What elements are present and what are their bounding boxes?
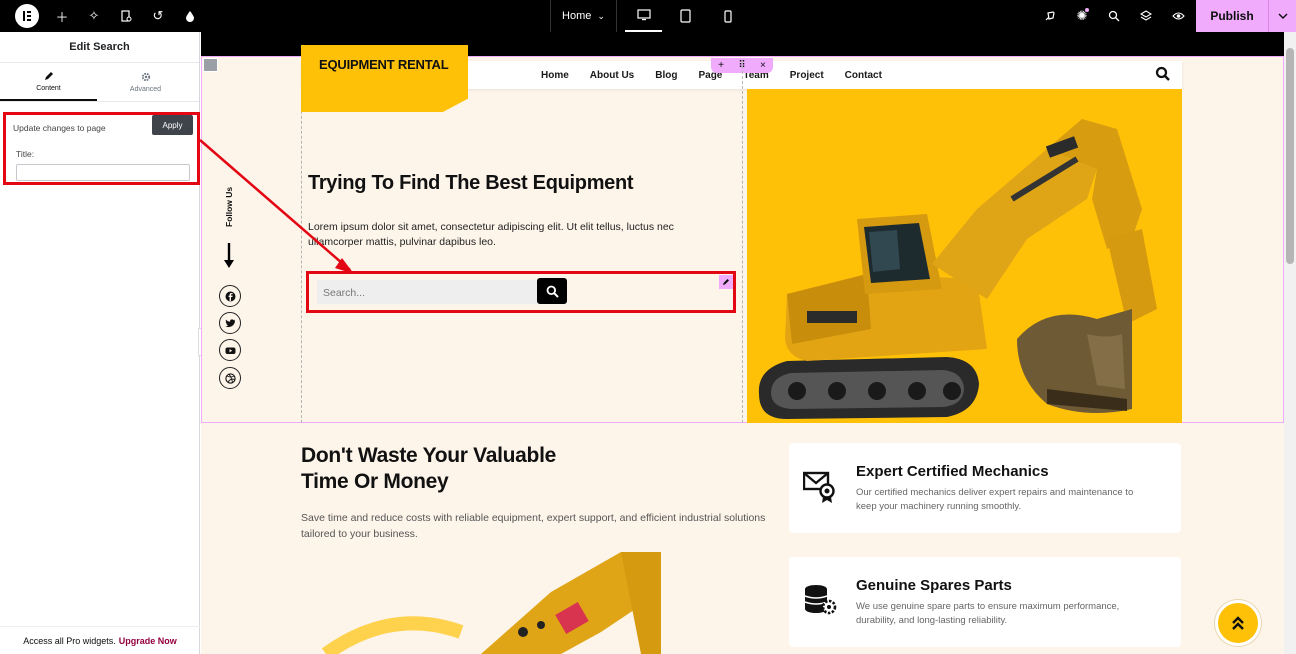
mobile-icon[interactable]: [709, 0, 746, 32]
hero-title: Trying To Find The Best Equipment: [308, 172, 634, 194]
spare-parts-icon: [804, 585, 837, 615]
feature-card-text: We use genuine spare parts to ensure max…: [856, 601, 1120, 626]
tablet-icon[interactable]: [667, 0, 704, 32]
excavator-image: [321, 552, 661, 654]
search-icon[interactable]: [1155, 66, 1171, 82]
preview-icon[interactable]: [1162, 0, 1194, 32]
feature-card-title: Expert Certified Mechanics: [856, 463, 1049, 480]
desktop-icon[interactable]: [625, 0, 662, 32]
tab-advanced[interactable]: Advanced: [97, 63, 194, 101]
search-icon[interactable]: [1098, 0, 1130, 32]
highlighted-controls: Update changes to page Apply Title:: [3, 112, 200, 185]
tab-advanced-label: Advanced: [129, 85, 162, 93]
search-input[interactable]: Search...: [317, 280, 537, 304]
structure-icon[interactable]: [1130, 0, 1162, 32]
youtube-icon[interactable]: [219, 339, 241, 361]
dribbble-icon[interactable]: [219, 367, 241, 389]
history-icon[interactable]: ↺: [142, 0, 174, 32]
feature-card-title: Genuine Spares Parts: [856, 577, 1012, 594]
feature-card: Expert Certified Mechanics Our certified…: [789, 443, 1181, 533]
chevron-down-icon: [1278, 13, 1287, 19]
title-input[interactable]: [16, 164, 190, 181]
apply-button[interactable]: Apply: [152, 115, 193, 135]
tab-content[interactable]: Content: [0, 63, 97, 101]
pro-widgets-text: Access all Pro widgets.: [23, 635, 116, 646]
page-preview: Home About Us Blog Page Team Project Con…: [201, 32, 1284, 654]
nav-contact[interactable]: Contact: [845, 70, 882, 81]
twitter-icon[interactable]: [219, 312, 241, 334]
search-submit-button[interactable]: [537, 278, 567, 304]
arrow-down-icon: [224, 243, 234, 268]
upgrade-now-link[interactable]: Upgrade Now: [119, 636, 177, 646]
hero-image-panel: [747, 89, 1182, 423]
section2-title-line2: Time Or Money: [301, 470, 449, 493]
pro-widgets-footer: Access all Pro widgets. Upgrade Now: [0, 626, 200, 654]
notifications-icon[interactable]: ✺: [1066, 0, 1098, 32]
hero-section[interactable]: Home About Us Blog Page Team Project Con…: [201, 45, 1284, 423]
hero-text: Lorem ipsum dolor sit amet, consectetur …: [308, 221, 674, 248]
brand-name: EQUIPMENT RENTAL: [319, 57, 449, 72]
section-handle[interactable]: [203, 58, 218, 72]
page-selector-label: Home: [562, 10, 592, 22]
publish-button[interactable]: Publish: [1196, 0, 1268, 32]
editor-topbar: ＋ ✧ ↺ Home ⌄ ✺ Publish: [0, 0, 1296, 32]
ai-icon[interactable]: ✧: [78, 0, 110, 32]
search-widget[interactable]: Search...: [306, 271, 736, 313]
tab-content-label: Content: [36, 84, 61, 92]
facebook-icon[interactable]: [219, 285, 241, 307]
panel-title: Edit Search: [0, 32, 199, 63]
follow-us-label: Follow Us: [224, 186, 234, 227]
section2-text: Save time and reduce costs with reliable…: [301, 512, 766, 540]
page-settings-icon[interactable]: [110, 0, 142, 32]
site-settings-icon[interactable]: [174, 0, 206, 32]
certified-mail-icon: [803, 471, 835, 503]
section2-title-line1: Don't Waste Your Valuable: [301, 444, 556, 467]
double-chevron-up-icon: [1232, 616, 1244, 630]
publish-options-button[interactable]: [1268, 0, 1296, 32]
brand-logo[interactable]: EQUIPMENT RENTAL: [301, 45, 468, 112]
title-label: Title:: [16, 149, 35, 159]
chevron-down-icon: ⌄: [597, 10, 605, 21]
feature-card: Genuine Spares Parts We use genuine spar…: [789, 557, 1181, 647]
nav-project[interactable]: Project: [790, 70, 824, 81]
add-icon[interactable]: ＋: [46, 0, 78, 32]
excavator-image: [758, 119, 1157, 419]
pencil-icon: [44, 71, 53, 80]
elementor-logo-icon[interactable]: [15, 4, 39, 28]
gear-icon: [141, 72, 150, 81]
feature-card-text: Our certified mechanics deliver expert r…: [856, 487, 1134, 512]
section2-title: Don't Waste Your Valuable Time Or Money: [301, 443, 556, 495]
update-changes-text: Update changes to page: [13, 123, 106, 133]
scroll-to-top-button[interactable]: [1215, 600, 1261, 646]
editor-panel: Edit Search Content Advanced Update chan…: [0, 32, 200, 654]
scrollbar-thumb[interactable]: [1286, 48, 1294, 264]
launchpad-icon[interactable]: [1034, 0, 1066, 32]
search-icon: [546, 285, 559, 298]
close-icon[interactable]: ×: [760, 60, 766, 71]
edit-widget-icon[interactable]: [719, 275, 733, 289]
page-selector[interactable]: Home ⌄: [550, 0, 617, 32]
